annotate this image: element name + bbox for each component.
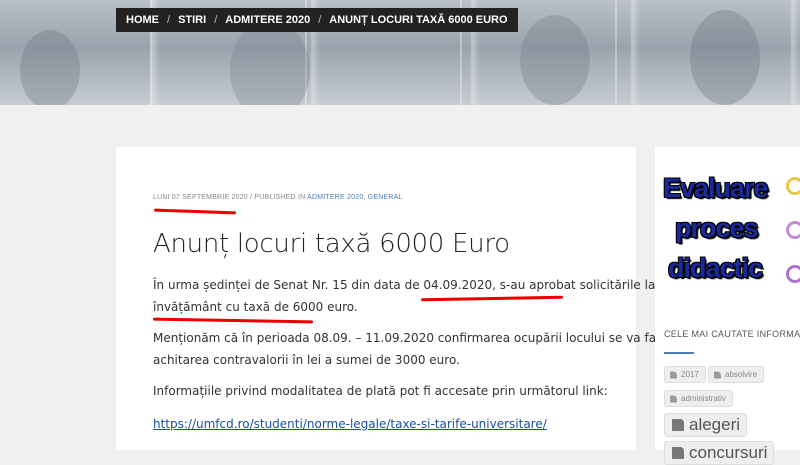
post-date: LUNI 07 SEPTEMBRIE 2020 xyxy=(153,194,248,201)
banner-line: proces xyxy=(675,213,759,243)
happy-face-icon xyxy=(786,177,800,195)
paragraph-line: În urma ședinței de Senat Nr. 15 din dat… xyxy=(153,278,714,292)
breadcrumb-admitere[interactable]: ADMITERE 2020 xyxy=(225,14,310,26)
taxe-link[interactable]: https://umfcd.ro/studenti/norme-legale/t… xyxy=(153,413,593,435)
annotation-underline xyxy=(153,208,237,215)
breadcrumb: HOME / STIRI / ADMITERE 2020 / ANUNȚ LOC… xyxy=(116,8,518,32)
breadcrumb-separator: / xyxy=(167,14,171,26)
tag-icon xyxy=(670,371,677,378)
tag-absolvire[interactable]: absolvire xyxy=(708,366,765,383)
sad-face-icon xyxy=(786,265,800,283)
tag-label: concursuri xyxy=(689,443,768,462)
annotation-underline xyxy=(152,317,314,324)
tag-icon xyxy=(714,371,721,378)
tag-2017[interactable]: 2017 xyxy=(664,366,706,383)
tag-alegeri[interactable]: alegeri xyxy=(664,413,748,437)
banner-line: Evaluare xyxy=(663,173,769,203)
breadcrumb-separator: / xyxy=(318,14,322,26)
paragraph-informatii: Informațiile privind modalitatea de plat… xyxy=(153,384,608,398)
evaluare-banner[interactable]: Evaluare proces didactic xyxy=(663,173,800,293)
breadcrumb-current: ANUNȚ LOCURI TAXĂ 6000 EURO xyxy=(329,14,508,26)
tag-label: administrativ xyxy=(681,394,726,403)
post-categories[interactable]: ADMITERE 2020, GENERAL xyxy=(307,194,402,201)
post-meta: LUNI 07 SEPTEMBRIE 2020 / PUBLISHED IN A… xyxy=(153,194,403,201)
breadcrumb-separator: / xyxy=(214,14,218,26)
tag-concursuri[interactable]: concursuri xyxy=(664,441,775,465)
paragraph-line: Menționăm că în perioada 08.09. – 11.09.… xyxy=(153,331,698,345)
heading-divider xyxy=(664,352,694,354)
paragraph-line: achitarea contravalorii în lei a sumei d… xyxy=(153,353,460,367)
page-title: Anunț locuri taxă 6000 Euro xyxy=(153,229,510,259)
tag-label: alegeri xyxy=(689,415,741,434)
tag-label: absolvire xyxy=(725,370,758,379)
tag-icon xyxy=(672,419,684,431)
breadcrumb-home[interactable]: HOME xyxy=(126,14,159,26)
sidebar: Evaluare proces didactic CELE MAI CAUTAT… xyxy=(655,147,800,465)
published-in-label: PUBLISHED IN xyxy=(254,194,306,201)
banner-line: didactic xyxy=(668,253,763,283)
tag-administrativ[interactable]: administrativ xyxy=(664,390,733,407)
neutral-face-icon xyxy=(786,221,800,239)
popular-info-heading: CELE MAI CAUTATE INFORMATII xyxy=(664,329,800,339)
tag-icon xyxy=(670,395,677,402)
breadcrumb-stiri[interactable]: STIRI xyxy=(178,14,206,26)
tag-label: 2017 xyxy=(681,370,699,379)
tag-icon xyxy=(672,447,684,459)
article-card: LUNI 07 SEPTEMBRIE 2020 / PUBLISHED IN A… xyxy=(116,147,714,450)
paragraph-confirmare: Menționăm că în perioada 08.09. – 11.09.… xyxy=(153,327,698,371)
